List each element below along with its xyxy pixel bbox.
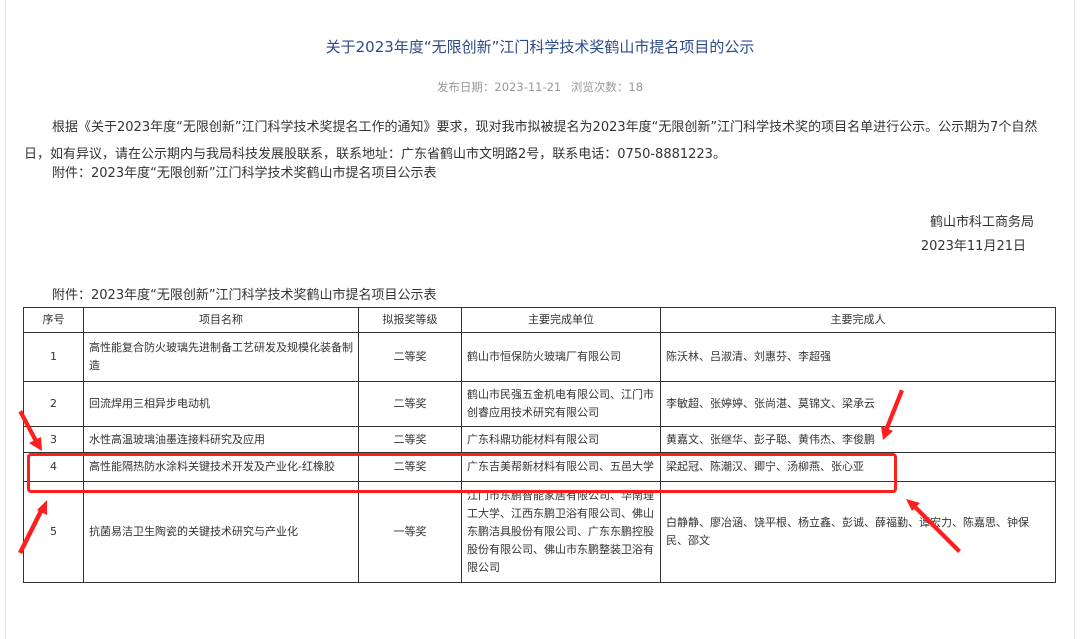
publish-date: 发布日期：2023-11-21 (436, 80, 562, 94)
cell-project: 抗菌易洁卫生陶瓷的关键技术研究与产业化 (83, 481, 359, 583)
cell-units: 鹤山市恒保防火玻璃厂有限公司 (461, 332, 661, 382)
cell-award-level: 二等奖 (358, 381, 462, 427)
nomination-table: 序号 项目名称 拟报奖等级 主要完成单位 主要完成人 1 高性能复合防火玻璃先进… (23, 307, 1056, 583)
table-row-highlighted: 4 高性能隔热防水涂料关键技术开发及产业化-红橡胶 二等奖 广东吉美帮新材料有限… (23, 452, 1056, 482)
attachment-line: 附件：2023年度“无限创新”江门科学技术奖鹤山市提名项目公示表 (52, 166, 437, 181)
cell-project: 水性高温玻璃油墨连接料研究及应用 (83, 426, 359, 453)
cell-index: 1 (23, 332, 84, 382)
cell-index: 5 (23, 481, 84, 583)
view-count: 浏览次数：18 (570, 80, 644, 94)
cell-people: 梁起冠、陈潮汉、卿宁、汤柳燕、张心亚 (660, 452, 1056, 482)
cell-people: 白静静、廖冶涵、饶平根、杨立鑫、彭诚、薛福勤、谭宏力、陈嘉思、钟保民、邵文 (660, 481, 1056, 583)
cell-award-level: 二等奖 (358, 452, 462, 482)
cell-award-level: 二等奖 (358, 332, 462, 382)
table-row: 1 高性能复合防火玻璃先进制备工艺研发及规模化装备制造 二等奖 鹤山市恒保防火玻… (23, 332, 1056, 382)
cell-index: 4 (23, 452, 84, 482)
cell-project: 高性能隔热防水涂料关键技术开发及产业化-红橡胶 (83, 452, 359, 482)
signature-date: 2023年11月21日 (920, 239, 1026, 254)
cell-index: 2 (23, 381, 84, 427)
cell-units: 江门市东鹏智能家居有限公司、华南理工大学、江西东鹏卫浴有限公司、佛山东鹏洁具股份… (461, 481, 661, 583)
table-caption: 附件：2023年度“无限创新”江门科学技术奖鹤山市提名项目公示表 (52, 288, 437, 303)
publish-meta: 发布日期：2023-11-21 浏览次数：18 (0, 79, 1080, 95)
signature-org: 鹤山市科工商务局 (929, 215, 1034, 230)
table-row: 3 水性高温玻璃油墨连接料研究及应用 二等奖 广东科鼎功能材料有限公司 黄嘉文、… (23, 426, 1056, 453)
cell-people: 李敏超、张婷婷、张尚湛、莫锦文、梁承云 (660, 381, 1056, 427)
header-index: 序号 (23, 307, 84, 333)
cell-units: 鹤山市民强五金机电有限公司、江门市创睿应用技术研究有限公司 (461, 381, 661, 427)
table-row: 5 抗菌易洁卫生陶瓷的关键技术研究与产业化 一等奖 江门市东鹏智能家居有限公司、… (23, 481, 1056, 583)
header-people: 主要完成人 (660, 307, 1056, 333)
cell-project: 高性能复合防火玻璃先进制备工艺研发及规模化装备制造 (83, 332, 359, 382)
cell-people: 黄嘉文、张继华、彭子聪、黄伟杰、李俊鹏 (660, 426, 1056, 453)
table-row: 2 回流焊用三相异步电动机 二等奖 鹤山市民强五金机电有限公司、江门市创睿应用技… (23, 381, 1056, 427)
cell-project: 回流焊用三相异步电动机 (83, 381, 359, 427)
cell-award-level: 一等奖 (358, 481, 462, 583)
table-header-row: 序号 项目名称 拟报奖等级 主要完成单位 主要完成人 (23, 307, 1056, 333)
page-title: 关于2023年度“无限创新”江门科学技术奖鹤山市提名项目的公示 (325, 38, 755, 56)
cell-award-level: 二等奖 (358, 426, 462, 453)
cell-units: 广东吉美帮新材料有限公司、五邑大学 (461, 452, 661, 482)
header-units: 主要完成单位 (461, 307, 661, 333)
cell-units: 广东科鼎功能材料有限公司 (461, 426, 661, 453)
cell-index: 3 (23, 426, 84, 453)
header-project: 项目名称 (83, 307, 359, 333)
cell-people: 陈沃林、吕淑清、刘惠芬、李超强 (660, 332, 1056, 382)
header-award-level: 拟报奖等级 (358, 307, 462, 333)
